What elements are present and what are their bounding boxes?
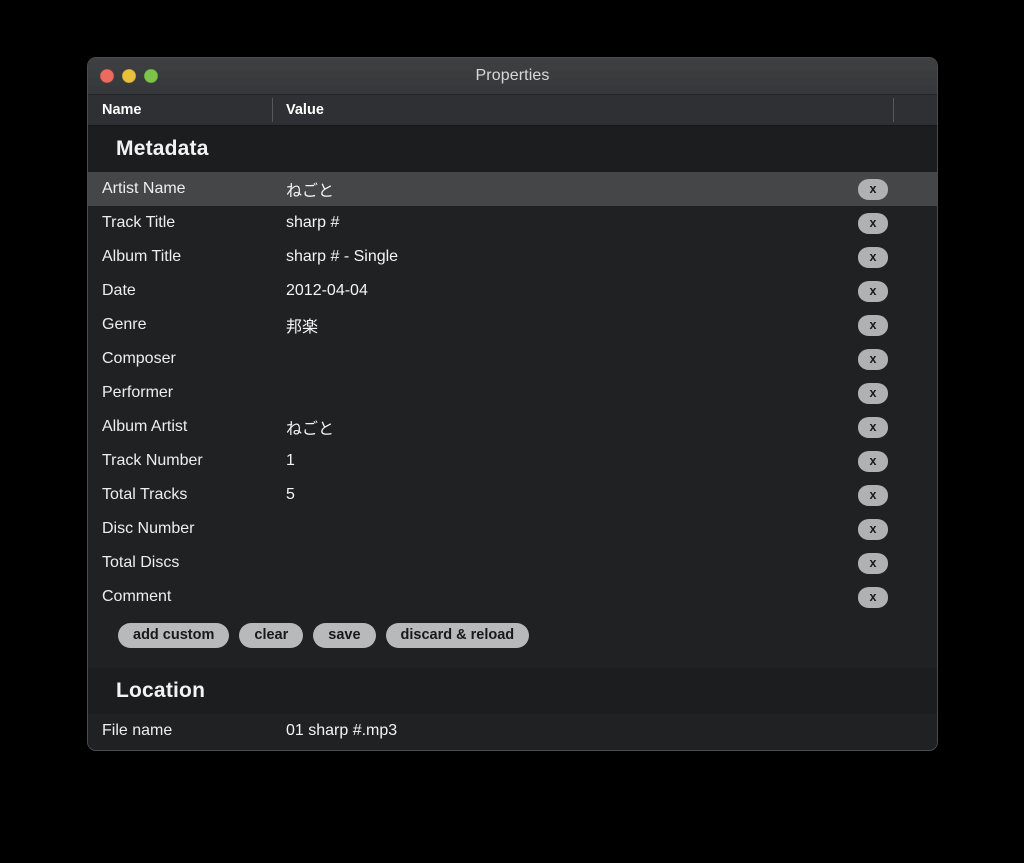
- table-row[interactable]: Track Number 1 x: [88, 444, 937, 478]
- column-header-name[interactable]: Name: [102, 95, 142, 125]
- delete-row-button[interactable]: x: [858, 586, 888, 608]
- row-name: Total Tracks: [102, 486, 188, 503]
- row-name: Comment: [102, 588, 172, 605]
- row-value[interactable]: sharp #: [286, 214, 339, 232]
- delete-row-button[interactable]: x: [858, 416, 888, 438]
- table-row[interactable]: Album Title sharp # - Single x: [88, 240, 937, 274]
- row-name: Track Title: [102, 214, 176, 231]
- window-titlebar[interactable]: Properties: [88, 58, 937, 95]
- column-divider-1[interactable]: [272, 98, 273, 122]
- table-row[interactable]: Disc Number x: [88, 512, 937, 546]
- minimize-button-icon[interactable]: [122, 69, 136, 83]
- properties-list[interactable]: Metadata Artist Name ねごと x Track Title s…: [88, 126, 937, 749]
- row-name: Artist Name: [102, 180, 186, 197]
- row-value[interactable]: 5: [286, 486, 295, 504]
- delete-row-button[interactable]: x: [858, 552, 888, 574]
- delete-row-button[interactable]: x: [858, 246, 888, 268]
- table-row[interactable]: Date 2012-04-04 x: [88, 274, 937, 308]
- table-row[interactable]: Composer x: [88, 342, 937, 376]
- row-value[interactable]: sharp # - Single: [286, 248, 398, 266]
- save-button[interactable]: save: [313, 622, 376, 648]
- delete-row-button[interactable]: x: [858, 518, 888, 540]
- row-name: Composer: [102, 350, 176, 367]
- table-row[interactable]: File name 01 sharp #.mp3: [88, 714, 937, 748]
- table-row[interactable]: Total Tracks 5 x: [88, 478, 937, 512]
- row-value[interactable]: ねごと: [286, 415, 334, 439]
- delete-row-button[interactable]: x: [858, 314, 888, 336]
- discard-reload-button[interactable]: discard & reload: [385, 622, 530, 648]
- delete-row-button[interactable]: x: [858, 382, 888, 404]
- table-column-header: Name Value: [88, 95, 937, 126]
- window-controls: [100, 58, 158, 94]
- row-value[interactable]: 邦楽: [286, 313, 318, 337]
- row-name: Total Discs: [102, 554, 180, 571]
- row-value[interactable]: 1: [286, 452, 295, 470]
- row-value[interactable]: 01 sharp #.mp3: [286, 722, 397, 740]
- table-row[interactable]: Performer x: [88, 376, 937, 410]
- row-name: Genre: [102, 316, 147, 333]
- row-value[interactable]: ねごと: [286, 177, 334, 201]
- column-header-value[interactable]: Value: [286, 95, 324, 125]
- properties-window: Properties Name Value Metadata Artist Na…: [88, 58, 937, 750]
- row-name: Date: [102, 282, 136, 299]
- table-row[interactable]: Album Artist ねごと x: [88, 410, 937, 444]
- delete-row-button[interactable]: x: [858, 178, 888, 200]
- desktop-background: Properties Name Value Metadata Artist Na…: [0, 0, 1024, 863]
- row-name: Performer: [102, 384, 174, 401]
- delete-row-button[interactable]: x: [858, 450, 888, 472]
- clear-button[interactable]: clear: [239, 622, 304, 648]
- row-name: Disc Number: [102, 520, 195, 537]
- row-name: File name: [102, 722, 173, 739]
- section-header-metadata: Metadata: [88, 126, 937, 172]
- table-row[interactable]: Comment x: [88, 580, 937, 614]
- table-row[interactable]: Artist Name ねごと x: [88, 172, 937, 206]
- metadata-action-bar: add custom clear save discard & reload: [88, 614, 937, 656]
- add-custom-button[interactable]: add custom: [118, 622, 230, 648]
- row-name: Album Title: [102, 248, 182, 265]
- table-row[interactable]: Track Title sharp # x: [88, 206, 937, 240]
- maximize-button-icon[interactable]: [144, 69, 158, 83]
- delete-row-button[interactable]: x: [858, 348, 888, 370]
- delete-row-button[interactable]: x: [858, 212, 888, 234]
- table-row[interactable]: Total Discs x: [88, 546, 937, 580]
- row-name: Album Artist: [102, 418, 188, 435]
- window-title: Properties: [475, 67, 550, 84]
- column-divider-2[interactable]: [893, 98, 894, 122]
- delete-row-button[interactable]: x: [858, 280, 888, 302]
- section-header-location: Location: [88, 668, 937, 714]
- section-spacer: [88, 656, 937, 668]
- delete-row-button[interactable]: x: [858, 484, 888, 506]
- close-button-icon[interactable]: [100, 69, 114, 83]
- table-row[interactable]: Genre 邦楽 x: [88, 308, 937, 342]
- row-value[interactable]: 2012-04-04: [286, 282, 368, 300]
- row-name: Track Number: [102, 452, 203, 469]
